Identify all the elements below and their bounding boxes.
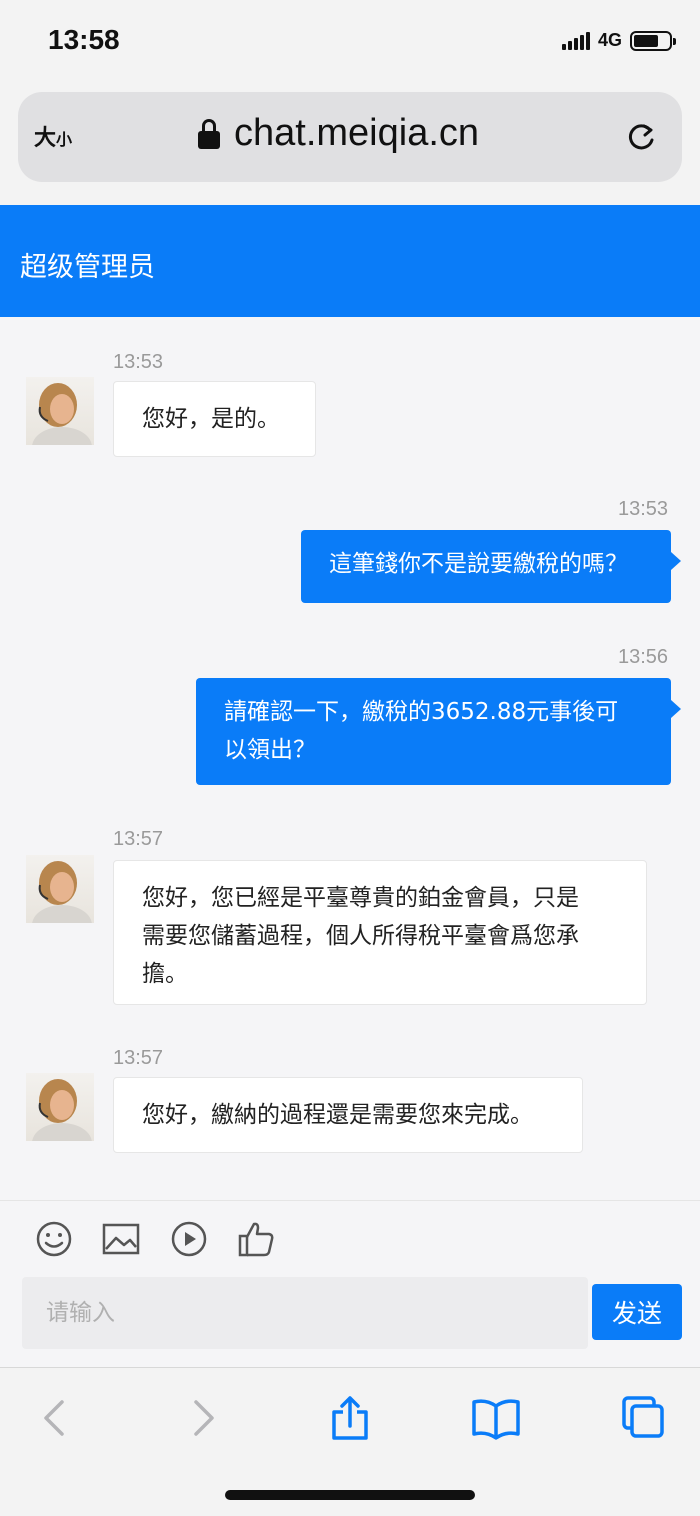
send-button[interactable]: 发送 xyxy=(592,1284,682,1340)
message-text: 您好，繳納的過程還是需要您來完成。 xyxy=(142,1102,533,1128)
message-timestamp: 13:56 xyxy=(618,646,669,668)
message-list[interactable]: 13:53 您好，是的。 13:53 這筆錢你不是說要繳稅的嗎？ 13:56 請… xyxy=(0,317,700,1200)
status-time: 13:58 xyxy=(48,24,120,55)
home-indicator xyxy=(225,1490,475,1500)
message-timestamp: 13:53 xyxy=(113,351,164,373)
message-text-line: 請確認一下，繳稅的3652.88元事後可 xyxy=(224,699,619,725)
agent-avatar xyxy=(26,855,94,923)
agent-message-bubble: 您好，您已經是平臺尊貴的鉑金會員，只是 需要您儲蓄過程，個人所得稅平臺會爲您承 … xyxy=(113,860,647,1005)
message-timestamp: 13:57 xyxy=(113,828,164,850)
agent-avatar xyxy=(26,377,94,445)
message-timestamp: 13:57 xyxy=(113,1047,164,1069)
emoji-icon[interactable] xyxy=(34,1219,74,1259)
signal-icon xyxy=(561,31,590,50)
message-input[interactable] xyxy=(22,1277,588,1349)
text-size-large: 大 xyxy=(34,126,57,151)
back-icon[interactable] xyxy=(28,1396,80,1440)
text-size-button[interactable]: 大小 xyxy=(34,120,72,152)
url-text: chat.meiqia.cn xyxy=(234,112,480,154)
forward-icon[interactable] xyxy=(178,1396,230,1440)
user-message-bubble: 這筆錢你不是說要繳稅的嗎？ xyxy=(301,530,681,603)
text-size-small: 小 xyxy=(56,130,73,149)
thumbs-up-icon[interactable] xyxy=(236,1219,276,1259)
message-text: 您好，是的。 xyxy=(142,406,280,432)
user-message-bubble: 請確認一下，繳稅的3652.88元事後可 以領出？ xyxy=(196,678,681,785)
bookmarks-icon[interactable] xyxy=(470,1396,522,1440)
share-icon[interactable] xyxy=(324,1396,376,1440)
agent-avatar xyxy=(26,1073,94,1141)
browser-chrome: 大小 chat.meiqia.cn xyxy=(0,84,700,205)
message-timestamp: 13:53 xyxy=(618,498,669,520)
reload-icon[interactable] xyxy=(624,120,658,154)
url-display[interactable]: chat.meiqia.cn xyxy=(198,112,479,155)
address-bar[interactable]: 大小 chat.meiqia.cn xyxy=(18,92,682,182)
lock-icon xyxy=(198,118,220,149)
image-icon[interactable] xyxy=(101,1219,141,1259)
status-bar: 13:58 4G xyxy=(0,0,700,84)
agent-message-bubble: 您好，繳納的過程還是需要您來完成。 xyxy=(113,1077,583,1153)
message-text: 這筆錢你不是說要繳稅的嗎？ xyxy=(329,551,628,577)
tabs-icon[interactable] xyxy=(618,1396,670,1440)
message-text-line: 您好，您已經是平臺尊貴的鉑金會員，只是 xyxy=(142,885,579,911)
network-label: 4G xyxy=(597,30,622,50)
video-icon[interactable] xyxy=(169,1219,209,1259)
message-text-line: 擔。 xyxy=(142,961,188,987)
chat-title: 超级管理员 xyxy=(20,252,155,283)
message-text-line: 需要您儲蓄過程，個人所得稅平臺會爲您承 xyxy=(142,923,579,949)
message-text-line: 以領出？ xyxy=(224,737,316,763)
status-indicators: 4G xyxy=(561,30,676,51)
chat-header: 超级管理员 xyxy=(0,205,700,317)
agent-message-bubble: 您好，是的。 xyxy=(113,381,316,457)
battery-icon xyxy=(630,30,676,51)
